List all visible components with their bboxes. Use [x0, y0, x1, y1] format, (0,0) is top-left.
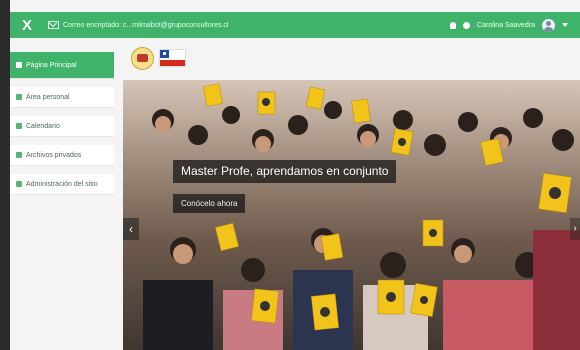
sidebar-item-private-files[interactable]: Archivos privados [10, 145, 114, 166]
sidebar-item-label: Área personal [26, 93, 70, 101]
app-window: X Correo encriptado: c...mlimabot@grupoc… [10, 0, 580, 350]
close-icon[interactable]: X [16, 17, 38, 34]
wrench-icon [16, 181, 22, 187]
sidebar-item-site-admin[interactable]: Administración del sitio [10, 174, 114, 195]
hero-banner[interactable]: Master Profe, aprendamos en conjunto Con… [123, 80, 580, 350]
chat-icon[interactable] [463, 21, 471, 29]
sidebar-item-calendar[interactable]: Calendario [10, 116, 114, 137]
carousel-prev-button[interactable]: ‹ [123, 218, 139, 240]
sidebar: Página Principal Área personal Calendari… [10, 52, 114, 252]
sidebar-item-label: Calendario [26, 122, 60, 130]
top-navbar: X Correo encriptado: c...mlimabot@grupoc… [10, 12, 580, 38]
sidebar-item-dashboard[interactable]: Área personal [10, 87, 114, 108]
home-icon [16, 62, 22, 68]
sidebar-item-label: Página Principal [26, 61, 77, 69]
banner-title: Master Profe, aprendamos en conjunto [173, 160, 397, 183]
user-name[interactable]: Carolina Saavedra [477, 22, 535, 29]
group-photo [143, 83, 580, 350]
user-menu-area: Carolina Saavedra [450, 18, 568, 32]
file-icon [16, 152, 22, 158]
encrypted-mail-text: Correo encriptado: c...mlimabot@grupocon… [63, 21, 229, 29]
sidebar-item-label: Administración del sitio [26, 180, 98, 188]
dashboard-icon [16, 94, 22, 100]
calendar-icon [16, 123, 22, 129]
site-logo[interactable] [131, 47, 154, 70]
flag-icon[interactable] [159, 49, 186, 67]
sidebar-item-label: Archivos privados [26, 151, 82, 159]
bell-icon[interactable] [450, 21, 457, 29]
carousel-next-button[interactable]: › [570, 218, 580, 240]
banner-cta-link[interactable]: Conócelo ahora [173, 194, 246, 213]
mail-icon [48, 21, 59, 29]
avatar[interactable] [542, 18, 555, 32]
chevron-down-icon[interactable] [562, 23, 568, 27]
sidebar-item-home[interactable]: Página Principal [10, 52, 114, 79]
